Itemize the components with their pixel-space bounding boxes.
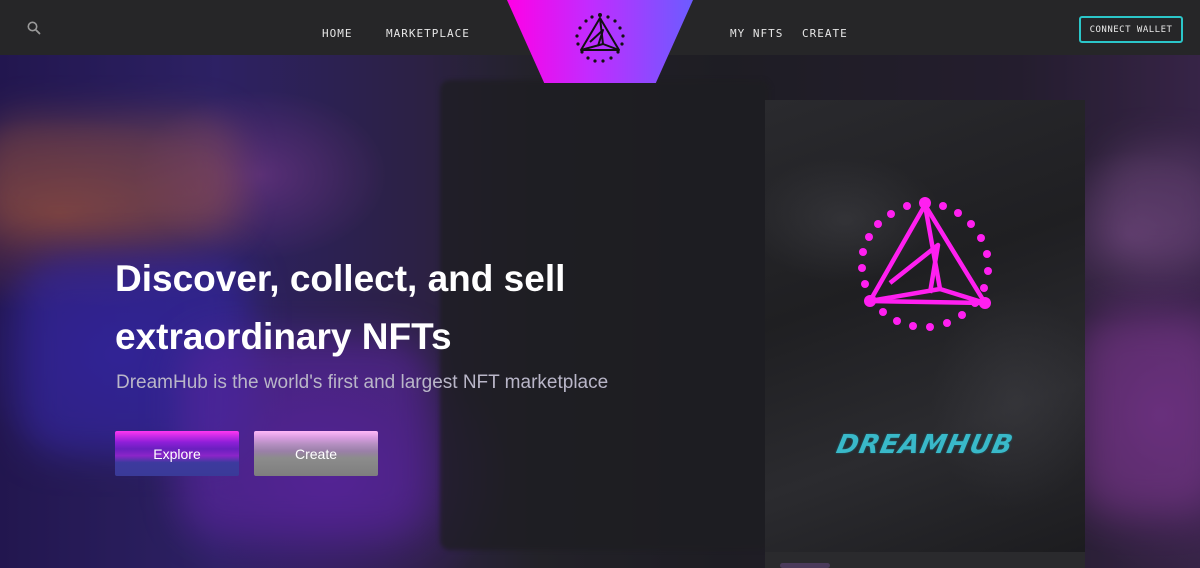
dreamhub-logo-icon[interactable] xyxy=(570,8,630,68)
page: HOME MARKETPLACE MY NFTS CREATE CONNECT … xyxy=(0,0,1200,568)
nav-link-home[interactable]: HOME xyxy=(322,27,353,40)
hero-title: Discover, collect, and sell extraordinar… xyxy=(115,250,675,366)
nav-link-create[interactable]: CREATE xyxy=(802,27,848,40)
search-icon[interactable] xyxy=(26,20,42,36)
featured-nft-card[interactable]: DREAMHUB xyxy=(765,100,1085,552)
hero-title-line-2: extraordinary NFTs xyxy=(115,316,452,357)
nft-wordmark: DREAMHUB xyxy=(833,430,1017,460)
hero-subtitle: DreamHub is the world's first and larges… xyxy=(116,372,609,393)
nav-link-marketplace[interactable]: MARKETPLACE xyxy=(386,27,470,40)
connect-wallet-button[interactable]: CONNECT WALLET xyxy=(1079,16,1183,43)
explore-button[interactable]: Explore xyxy=(115,431,239,476)
hero-title-line-1: Discover, collect, and sell xyxy=(115,258,566,299)
dreamhub-logo-icon xyxy=(858,197,992,331)
create-button[interactable]: Create xyxy=(254,431,378,476)
nav-link-my-nfts[interactable]: MY NFTS xyxy=(730,27,783,40)
card-footer-tag xyxy=(780,563,830,568)
